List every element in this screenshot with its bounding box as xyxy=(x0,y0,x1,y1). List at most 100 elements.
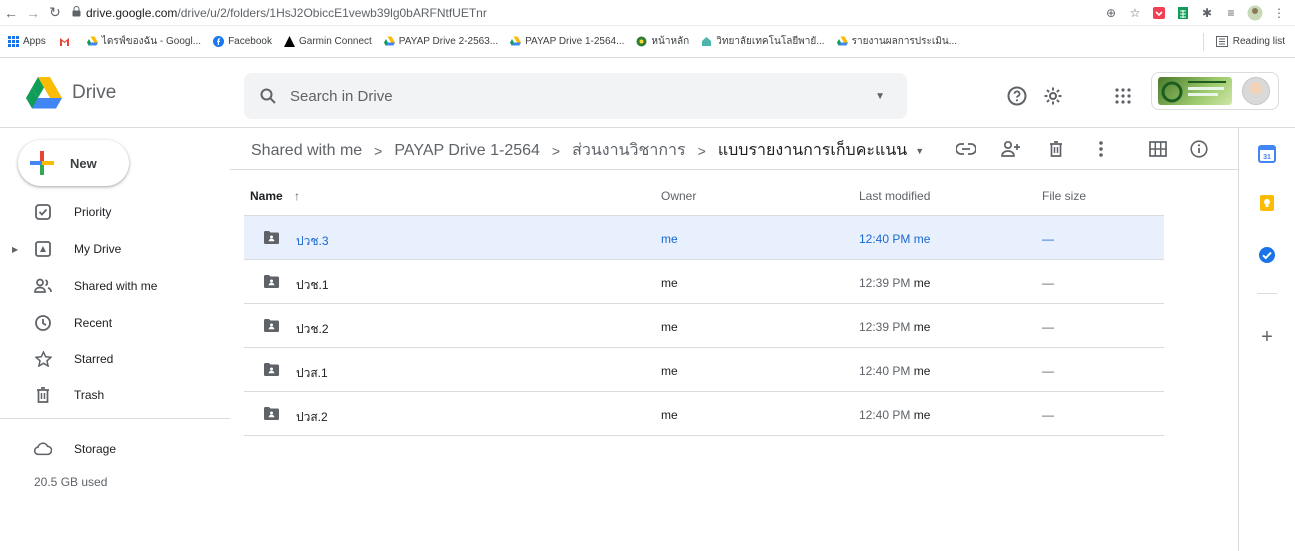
zoom-icon[interactable]: ⊕ xyxy=(1103,5,1119,21)
sort-arrow-up-icon[interactable]: ↑ xyxy=(294,189,300,203)
bookmark-apps[interactable]: Apps xyxy=(8,36,46,47)
sidebar-item-my-drive[interactable]: ▶ My Drive xyxy=(0,234,230,264)
file-name[interactable]: ปวช.3 xyxy=(296,232,329,251)
search-box[interactable]: Search in Drive ▼ xyxy=(244,73,907,119)
forward-icon[interactable]: → xyxy=(22,2,44,24)
drive-header: Drive Search in Drive ▼ xyxy=(0,58,1295,128)
breadcrumb: Shared with me > PAYAP Drive 1-2564 > ส่… xyxy=(251,138,924,163)
chevron-right-icon: > xyxy=(697,142,706,159)
sidebar-item-shared-with-me[interactable]: Shared with me xyxy=(0,271,230,301)
gmail-icon xyxy=(59,38,69,46)
more-actions-icon[interactable] xyxy=(1090,138,1112,160)
side-panel: 31 + xyxy=(1238,128,1295,551)
browser-menu-icon[interactable]: ⋮ xyxy=(1271,5,1287,21)
breadcrumb-shared-with-me[interactable]: Shared with me xyxy=(251,142,362,160)
profile-avatar-icon[interactable] xyxy=(1247,5,1263,21)
bookmark-home[interactable]: หน้าหลัก xyxy=(636,34,689,49)
shared-with-me-icon xyxy=(34,277,52,295)
column-header-file-size[interactable]: File size xyxy=(1042,189,1086,203)
chevron-right-icon: > xyxy=(551,142,561,159)
sidebar: New Priority ▶ My Drive Shared with me R… xyxy=(0,128,230,551)
expand-arrow-icon[interactable]: ▶ xyxy=(12,245,18,254)
bookmark-college[interactable]: วิทยาลัยเทคโนโลยีพายั... xyxy=(701,34,825,49)
file-name[interactable]: ปวส.2 xyxy=(296,408,328,427)
file-row[interactable]: ปวส.1 me 12:40 PM me — xyxy=(244,348,1164,392)
file-name[interactable]: ปวช.1 xyxy=(296,276,329,295)
breadcrumb-current-folder[interactable]: แบบรายงานการเก็บคะแนน xyxy=(718,138,907,163)
search-icon[interactable] xyxy=(260,88,276,104)
sidebar-item-storage[interactable]: Storage xyxy=(0,434,230,464)
calendar-icon[interactable]: 31 xyxy=(1257,144,1277,164)
file-name[interactable]: ปวช.2 xyxy=(296,320,329,339)
file-name[interactable]: ปวส.1 xyxy=(296,364,328,383)
bookmark-my-drive[interactable]: ไดรฟ์ของฉัน - Googl... xyxy=(86,34,201,49)
bookmark-gmail[interactable] xyxy=(58,36,75,47)
folder-menu-caret-icon[interactable]: ▼ xyxy=(915,146,924,156)
my-drive-icon xyxy=(34,240,52,258)
file-row[interactable]: ปวช.2 me 12:39 PM me — xyxy=(244,304,1164,348)
extensions-puzzle-icon[interactable]: ✱ xyxy=(1199,5,1215,21)
extension-pocket-icon[interactable] xyxy=(1151,5,1167,21)
trash-icon[interactable] xyxy=(1045,138,1067,160)
share-add-person-icon[interactable] xyxy=(1000,138,1022,160)
address-bar[interactable]: drive.google.com/drive/u/2/folders/1HsJ2… xyxy=(72,2,1103,24)
plus-colored-icon xyxy=(30,151,54,175)
google-apps-icon[interactable] xyxy=(1112,85,1134,107)
search-input[interactable]: Search in Drive xyxy=(290,88,875,105)
back-icon[interactable]: ← xyxy=(0,2,22,24)
get-link-icon[interactable] xyxy=(955,138,977,160)
file-last-modified: 12:39 PM me xyxy=(859,320,930,334)
file-last-modified: 12:40 PM me xyxy=(859,408,930,422)
sidebar-divider xyxy=(0,418,230,419)
settings-gear-icon[interactable] xyxy=(1042,85,1064,107)
drive-logo[interactable]: Drive xyxy=(26,77,116,109)
column-header-owner[interactable]: Owner xyxy=(661,189,696,203)
file-row[interactable]: ปวช.3 me 12:40 PM me — xyxy=(244,216,1164,260)
url-host: drive.google.com xyxy=(86,5,178,20)
grid-view-icon[interactable] xyxy=(1147,138,1169,160)
reload-icon[interactable]: ↻ xyxy=(44,2,66,24)
extension-sheets-icon[interactable] xyxy=(1175,5,1191,21)
url-path: /drive/u/2/folders/1HsJ2ObiccE1vewb39lg0… xyxy=(177,5,487,20)
tasks-icon[interactable] xyxy=(1257,245,1277,265)
file-last-modified: 12:40 PM me xyxy=(859,364,930,378)
file-row[interactable]: ปวส.2 me 12:40 PM me — xyxy=(244,392,1164,436)
file-owner: me xyxy=(661,232,678,246)
new-button[interactable]: New xyxy=(18,140,129,186)
info-icon[interactable] xyxy=(1188,138,1210,160)
sidebar-item-starred[interactable]: Starred xyxy=(0,344,230,374)
file-size: — xyxy=(1042,232,1054,246)
support-icon[interactable] xyxy=(1006,85,1028,107)
college-icon xyxy=(702,37,712,46)
bookmark-garmin[interactable]: Garmin Connect xyxy=(283,36,372,47)
sidebar-item-priority[interactable]: Priority xyxy=(0,197,230,227)
bookmark-payap-drive-2563[interactable]: PAYAP Drive 2-2563... xyxy=(383,36,498,47)
sidebar-item-trash[interactable]: Trash xyxy=(0,380,230,410)
file-row[interactable]: ปวช.1 me 12:39 PM me — xyxy=(244,260,1164,304)
bookmark-facebook[interactable]: Facebook xyxy=(213,36,272,47)
media-queue-icon[interactable]: ≡ xyxy=(1223,5,1239,21)
reading-list-button[interactable]: Reading list xyxy=(1202,32,1295,51)
bookmark-evaluation-report[interactable]: รายงานผลการประเมิน... xyxy=(836,34,957,49)
breadcrumb-payap-drive[interactable]: PAYAP Drive 1-2564 xyxy=(394,142,540,160)
column-header-name[interactable]: Name ↑ xyxy=(250,189,300,203)
file-size: — xyxy=(1042,408,1054,422)
site-logo-icon xyxy=(636,36,647,47)
trash-icon xyxy=(34,386,52,404)
bookmark-star-icon[interactable]: ☆ xyxy=(1127,5,1143,21)
add-addon-plus-icon[interactable]: + xyxy=(1257,326,1277,348)
svg-text:31: 31 xyxy=(1263,154,1271,161)
user-avatar[interactable] xyxy=(1242,77,1270,105)
keep-icon[interactable] xyxy=(1257,193,1277,213)
column-header-last-modified[interactable]: Last modified xyxy=(859,189,930,203)
file-modified-by: me xyxy=(913,364,931,378)
file-modified-by: me xyxy=(913,320,931,334)
shared-folder-icon xyxy=(264,275,279,288)
breadcrumb-academic-section[interactable]: ส่วนงานวิชาการ xyxy=(572,138,686,163)
account-switcher[interactable] xyxy=(1151,72,1279,110)
bookmark-payap-drive-2564[interactable]: PAYAP Drive 1-2564... xyxy=(510,36,624,47)
sidebar-item-recent[interactable]: Recent xyxy=(0,308,230,338)
app-name: Drive xyxy=(72,82,117,103)
search-options-caret-icon[interactable]: ▼ xyxy=(875,91,885,102)
file-modified-time: 12:39 PM xyxy=(859,276,911,290)
